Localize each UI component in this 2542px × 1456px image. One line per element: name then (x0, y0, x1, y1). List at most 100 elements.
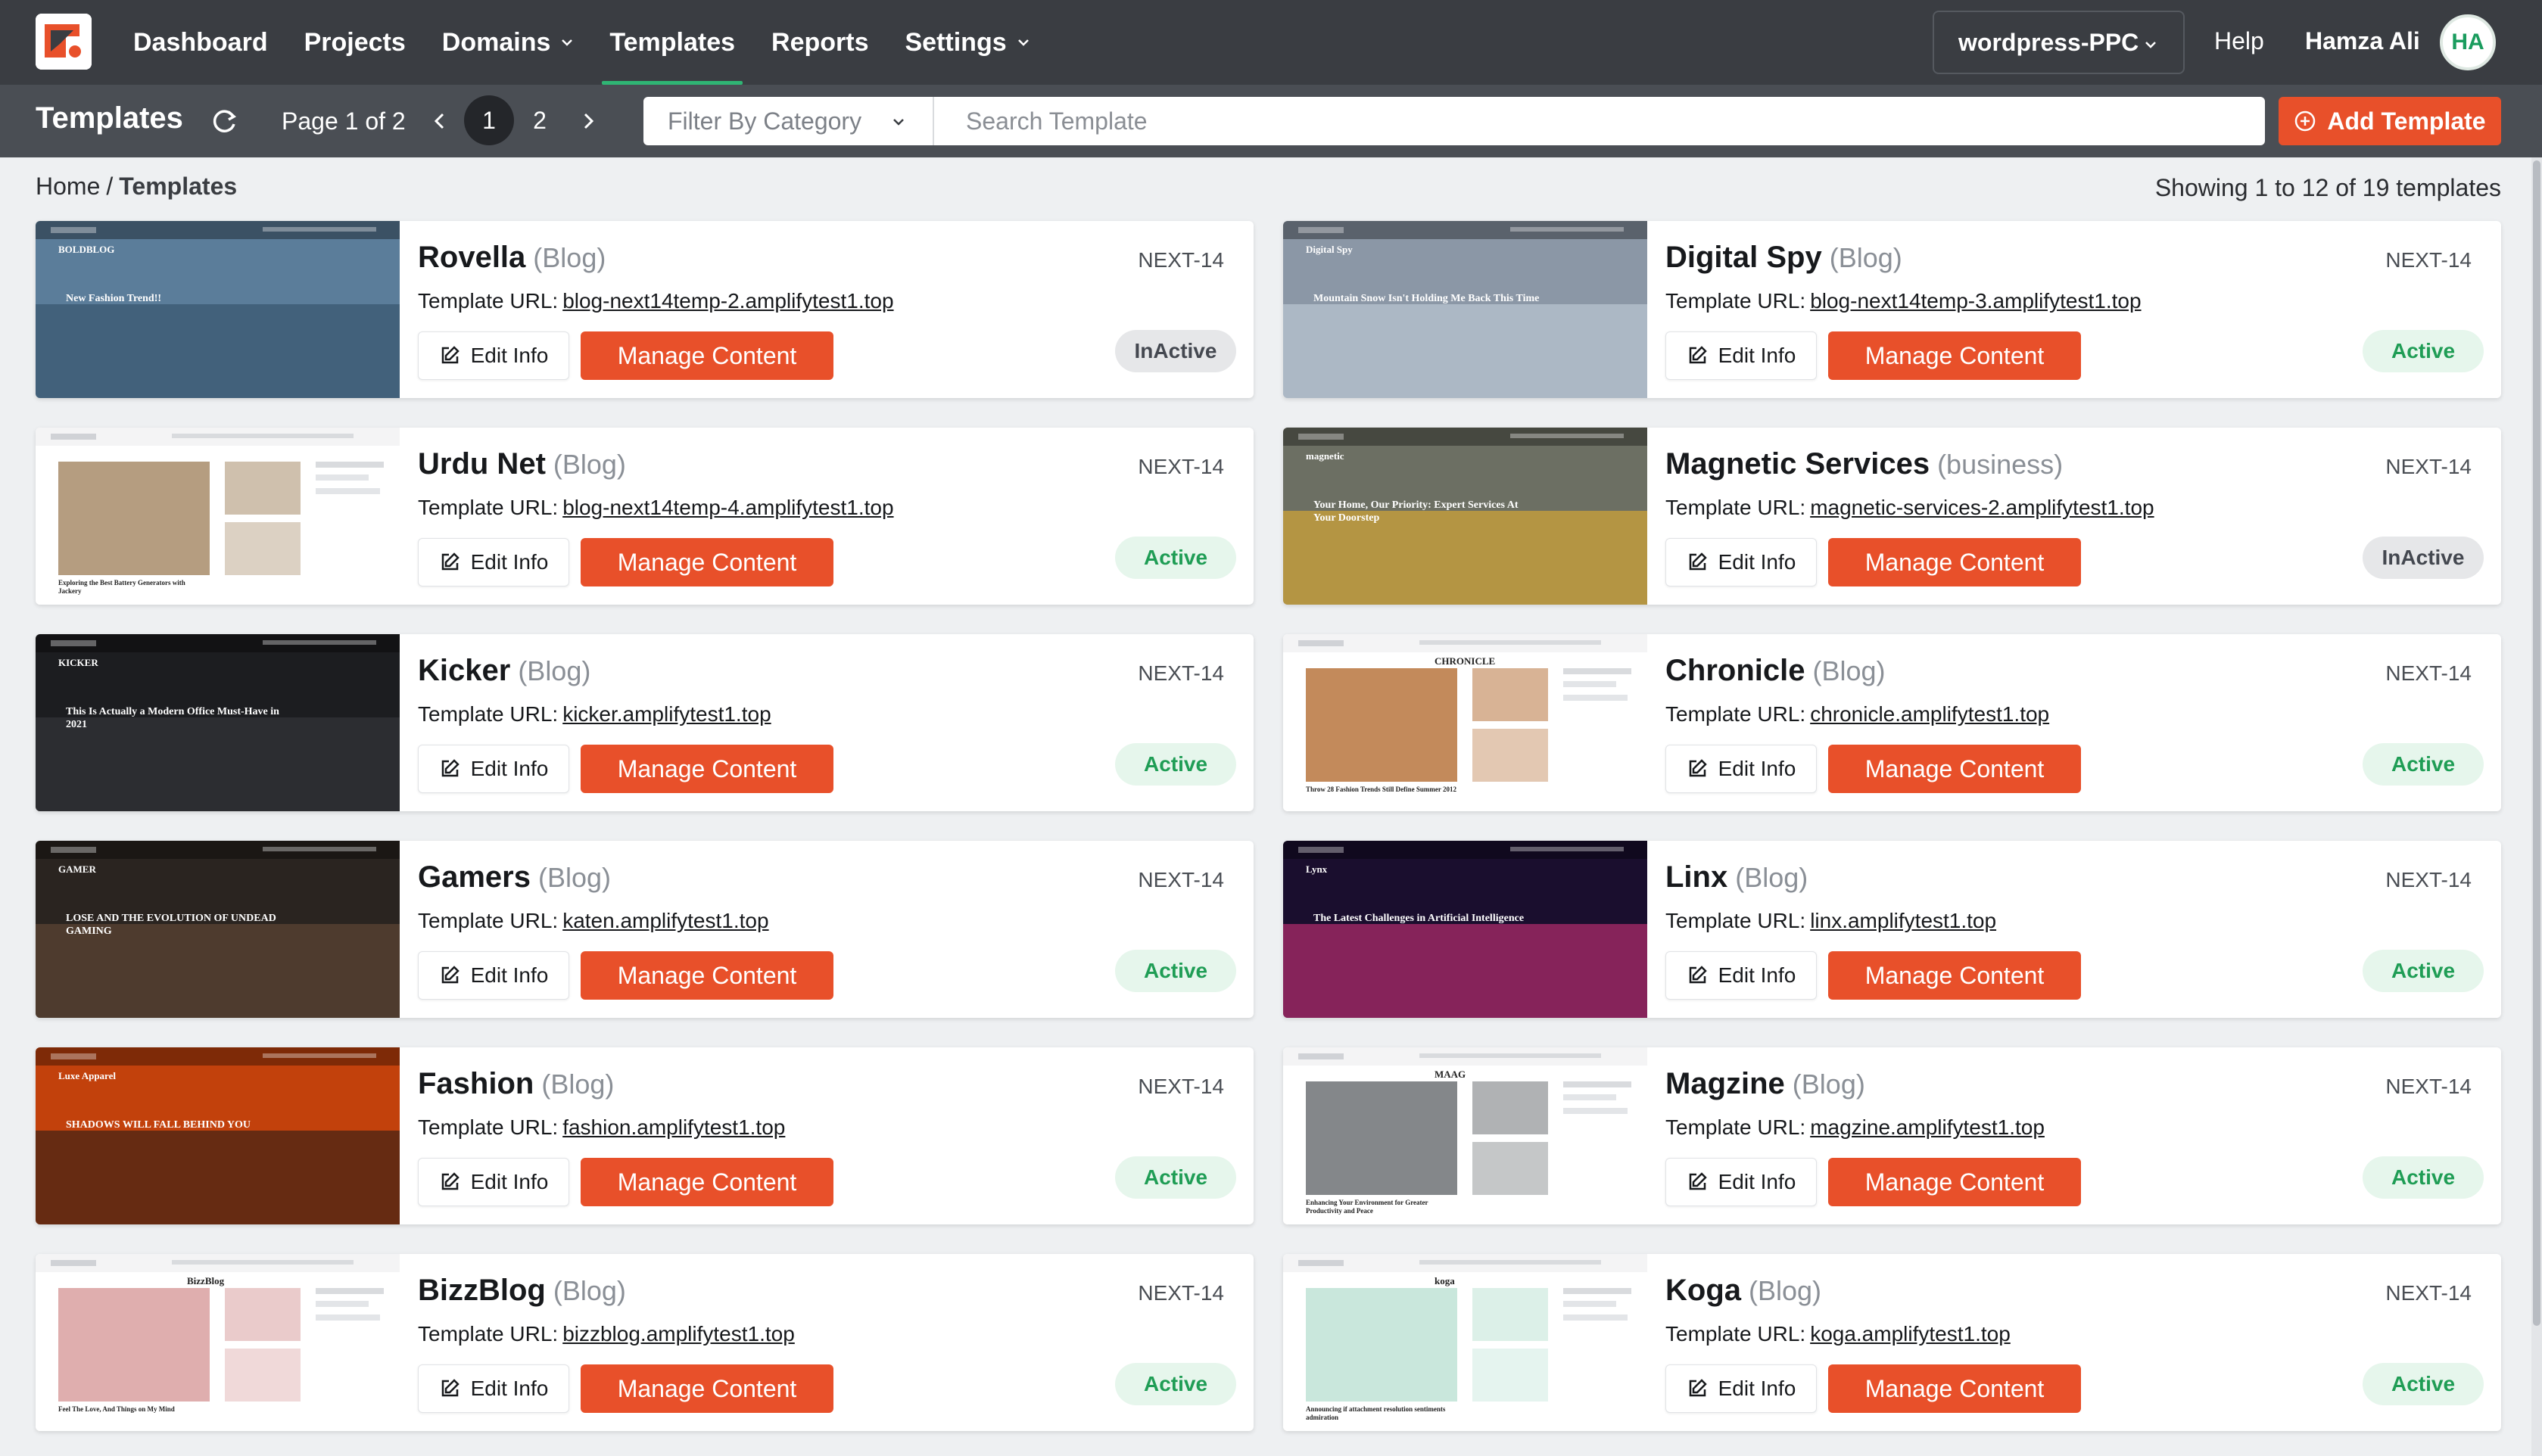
thumbnail-brand: Lynx (1306, 863, 1328, 875)
template-thumbnail[interactable]: CHRONICLE Throw 28 Fashion Trends Still … (1283, 634, 1647, 811)
edit-info-label: Edit Info (470, 550, 549, 574)
template-thumbnail[interactable]: GAMER LOSE AND THE EVOLUTION OF UNDEAD G… (36, 841, 400, 1018)
nav-item-domains[interactable]: Domains (442, 0, 574, 85)
page-scrollbar[interactable] (2531, 157, 2542, 1456)
edit-info-button[interactable]: Edit Info (1665, 745, 1817, 793)
category-filter[interactable]: Filter By Category (643, 97, 934, 145)
template-version: NEXT-14 (2385, 248, 2472, 272)
breadcrumb-home[interactable]: Home (36, 173, 100, 200)
template-url-row: Template URL: chronicle.amplifytest1.top (1665, 702, 2049, 726)
edit-info-button[interactable]: Edit Info (1665, 331, 1817, 380)
manage-content-button[interactable]: Manage Content (1828, 951, 2081, 1000)
manage-content-button[interactable]: Manage Content (581, 331, 833, 380)
templates-toolbar: Templates Page 1 of 2 1 2 Filter By Cate… (0, 85, 2542, 157)
edit-info-button[interactable]: Edit Info (1665, 951, 1817, 1000)
template-url-link[interactable]: blog-next14temp-3.amplifytest1.top (1810, 289, 2141, 313)
manage-content-button[interactable]: Manage Content (581, 538, 833, 586)
edit-info-button[interactable]: Edit Info (1665, 1364, 1817, 1413)
template-url-row: Template URL: blog-next14temp-2.amplifyte… (418, 289, 894, 313)
page-button-1[interactable]: 1 (464, 95, 514, 145)
template-url-link[interactable]: magnetic-services-2.amplifytest1.top (1810, 496, 2154, 519)
help-link[interactable]: Help (2214, 27, 2264, 55)
template-name: Magzine (Blog) (1665, 1067, 1865, 1101)
nav-item-projects[interactable]: Projects (304, 0, 406, 85)
template-thumbnail[interactable]: BOLDBLOG New Fashion Trend!! (36, 221, 400, 398)
template-title: Gamers (418, 860, 531, 894)
nav-item-settings[interactable]: Settings (905, 0, 1030, 85)
template-url-link[interactable]: katen.amplifytest1.top (562, 909, 768, 932)
search-input[interactable] (934, 97, 2265, 145)
template-version: NEXT-14 (1138, 868, 1224, 891)
user-name[interactable]: Hamza Ali (2305, 27, 2420, 55)
template-url-link[interactable]: fashion.amplifytest1.top (562, 1115, 785, 1139)
manage-content-button[interactable]: Manage Content (581, 1158, 833, 1206)
template-thumbnail[interactable]: Digital Spy Mountain Snow Isn't Holding … (1283, 221, 1647, 398)
manage-content-button[interactable]: Manage Content (581, 745, 833, 793)
template-name: Kicker (Blog) (418, 654, 590, 688)
template-url-link[interactable]: magzine.amplifytest1.top (1810, 1115, 2045, 1139)
template-title: Koga (1665, 1274, 1741, 1307)
chevron-left-icon[interactable] (429, 110, 450, 132)
edit-info-button[interactable]: Edit Info (418, 951, 569, 1000)
manage-content-button[interactable]: Manage Content (1828, 745, 2081, 793)
edit-info-button[interactable]: Edit Info (418, 1158, 569, 1206)
edit-info-label: Edit Info (1718, 963, 1796, 987)
template-card: KICKER This Is Actually a Modern Office … (36, 634, 1254, 811)
nav-item-reports[interactable]: Reports (771, 0, 868, 85)
manage-content-button[interactable]: Manage Content (1828, 1364, 2081, 1413)
template-thumbnail[interactable]: Luxe Apparel SHADOWS WILL FALL BEHIND YO… (36, 1047, 400, 1224)
refresh-icon[interactable] (209, 106, 239, 136)
template-version: NEXT-14 (2385, 1075, 2472, 1098)
thumbnail-headline: Your Home, Our Priority: Expert Services… (1313, 499, 1519, 524)
edit-info-button[interactable]: Edit Info (1665, 1158, 1817, 1206)
template-url-row: Template URL: blog-next14temp-3.amplifyte… (1665, 289, 2142, 313)
template-card: Exploring the Best Battery Generators wi… (36, 428, 1254, 605)
template-url-link[interactable]: chronicle.amplifytest1.top (1810, 702, 2049, 726)
template-title: Magzine (1665, 1067, 1785, 1100)
avatar[interactable]: HA (2440, 14, 2496, 70)
edit-info-button[interactable]: Edit Info (418, 538, 569, 586)
template-thumbnail[interactable]: MAAG Enhancing Your Environment for Grea… (1283, 1047, 1647, 1224)
add-template-label: Add Template (2327, 107, 2486, 135)
edit-info-button[interactable]: Edit Info (418, 331, 569, 380)
add-template-button[interactable]: Add Template (2279, 97, 2501, 145)
edit-info-button[interactable]: Edit Info (1665, 538, 1817, 586)
template-url-link[interactable]: kicker.amplifytest1.top (562, 702, 771, 726)
template-title: BizzBlog (418, 1274, 546, 1307)
manage-content-button[interactable]: Manage Content (581, 951, 833, 1000)
site-selector[interactable]: wordpress-PPC (1933, 11, 2185, 74)
template-url-label: Template URL: (418, 909, 559, 932)
template-url-link[interactable]: blog-next14temp-2.amplifytest1.top (562, 289, 893, 313)
template-url-link[interactable]: linx.amplifytest1.top (1810, 909, 1996, 932)
template-category: (business) (1937, 449, 2064, 480)
scrollbar-thumb[interactable] (2533, 160, 2540, 1326)
manage-content-button[interactable]: Manage Content (581, 1364, 833, 1413)
template-thumbnail[interactable]: Lynx The Latest Challenges in Artificial… (1283, 841, 1647, 1018)
template-url-link[interactable]: koga.amplifytest1.top (1810, 1322, 2011, 1346)
template-thumbnail[interactable]: magnetic Your Home, Our Priority: Expert… (1283, 428, 1647, 605)
edit-info-button[interactable]: Edit Info (418, 745, 569, 793)
status-badge: Active (2363, 950, 2484, 992)
manage-content-button[interactable]: Manage Content (1828, 331, 2081, 380)
thumbnail-headline: New Fashion Trend!! (66, 293, 162, 304)
edit-info-button[interactable]: Edit Info (418, 1364, 569, 1413)
template-thumbnail[interactable]: koga Announcing if attachment resolution… (1283, 1254, 1647, 1431)
nav-item-dashboard[interactable]: Dashboard (133, 0, 268, 85)
manage-content-button[interactable]: Manage Content (1828, 538, 2081, 586)
app-logo[interactable] (36, 14, 92, 70)
template-thumbnail[interactable]: BizzBlog Feel The Love, And Things on My… (36, 1254, 400, 1431)
nav-item-templates[interactable]: Templates (602, 0, 743, 85)
status-badge: Active (1115, 1363, 1236, 1405)
template-thumbnail[interactable]: Exploring the Best Battery Generators wi… (36, 428, 400, 605)
template-url-link[interactable]: bizzblog.amplifytest1.top (562, 1322, 795, 1346)
template-url-link[interactable]: blog-next14temp-4.amplifytest1.top (562, 496, 893, 519)
thumbnail-brand: BOLDBLOG (58, 244, 115, 255)
template-version: NEXT-14 (2385, 868, 2472, 891)
template-thumbnail[interactable]: KICKER This Is Actually a Modern Office … (36, 634, 400, 811)
manage-content-button[interactable]: Manage Content (1828, 1158, 2081, 1206)
edit-icon (1689, 1379, 1707, 1397)
page-button-2[interactable]: 2 (515, 95, 565, 145)
chevron-right-icon[interactable] (578, 110, 599, 132)
template-title: Digital Spy (1665, 241, 1822, 274)
nav-item-label: Projects (304, 27, 406, 57)
